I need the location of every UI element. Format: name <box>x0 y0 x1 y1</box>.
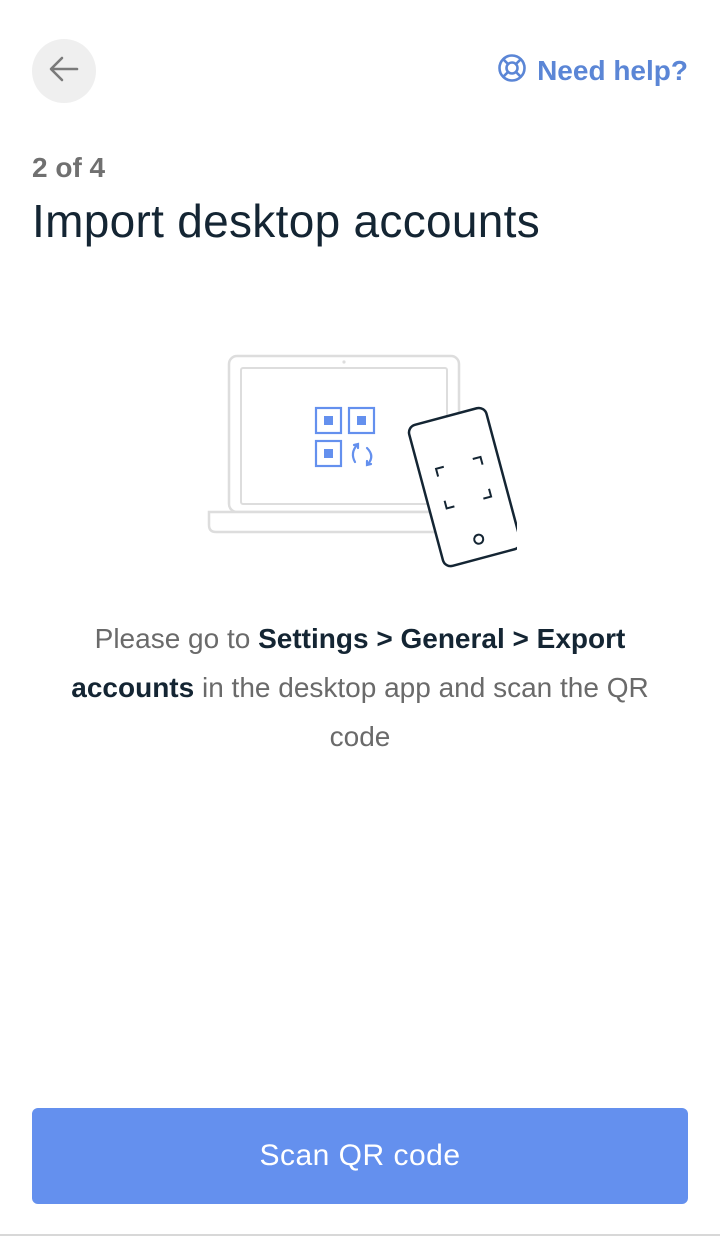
laptop-qr-phone-scan-illustration <box>205 352 522 568</box>
instructions-text: Please go to Settings > General > Export… <box>40 614 680 761</box>
page-title: Import desktop accounts <box>32 195 541 247</box>
step-indicator: 2 of 4 <box>32 152 106 183</box>
scan-qr-code-button[interactable]: Scan QR code <box>32 1108 688 1204</box>
arrow-left-icon <box>49 56 79 87</box>
need-help-label: Need help? <box>537 55 688 86</box>
need-help-link[interactable]: Need help? <box>497 52 688 90</box>
lifebuoy-icon <box>497 53 527 90</box>
instructions-part2: in the desktop app and scan the QR code <box>194 672 649 752</box>
instructions-part1: Please go to <box>94 623 259 654</box>
back-button[interactable] <box>32 39 96 103</box>
